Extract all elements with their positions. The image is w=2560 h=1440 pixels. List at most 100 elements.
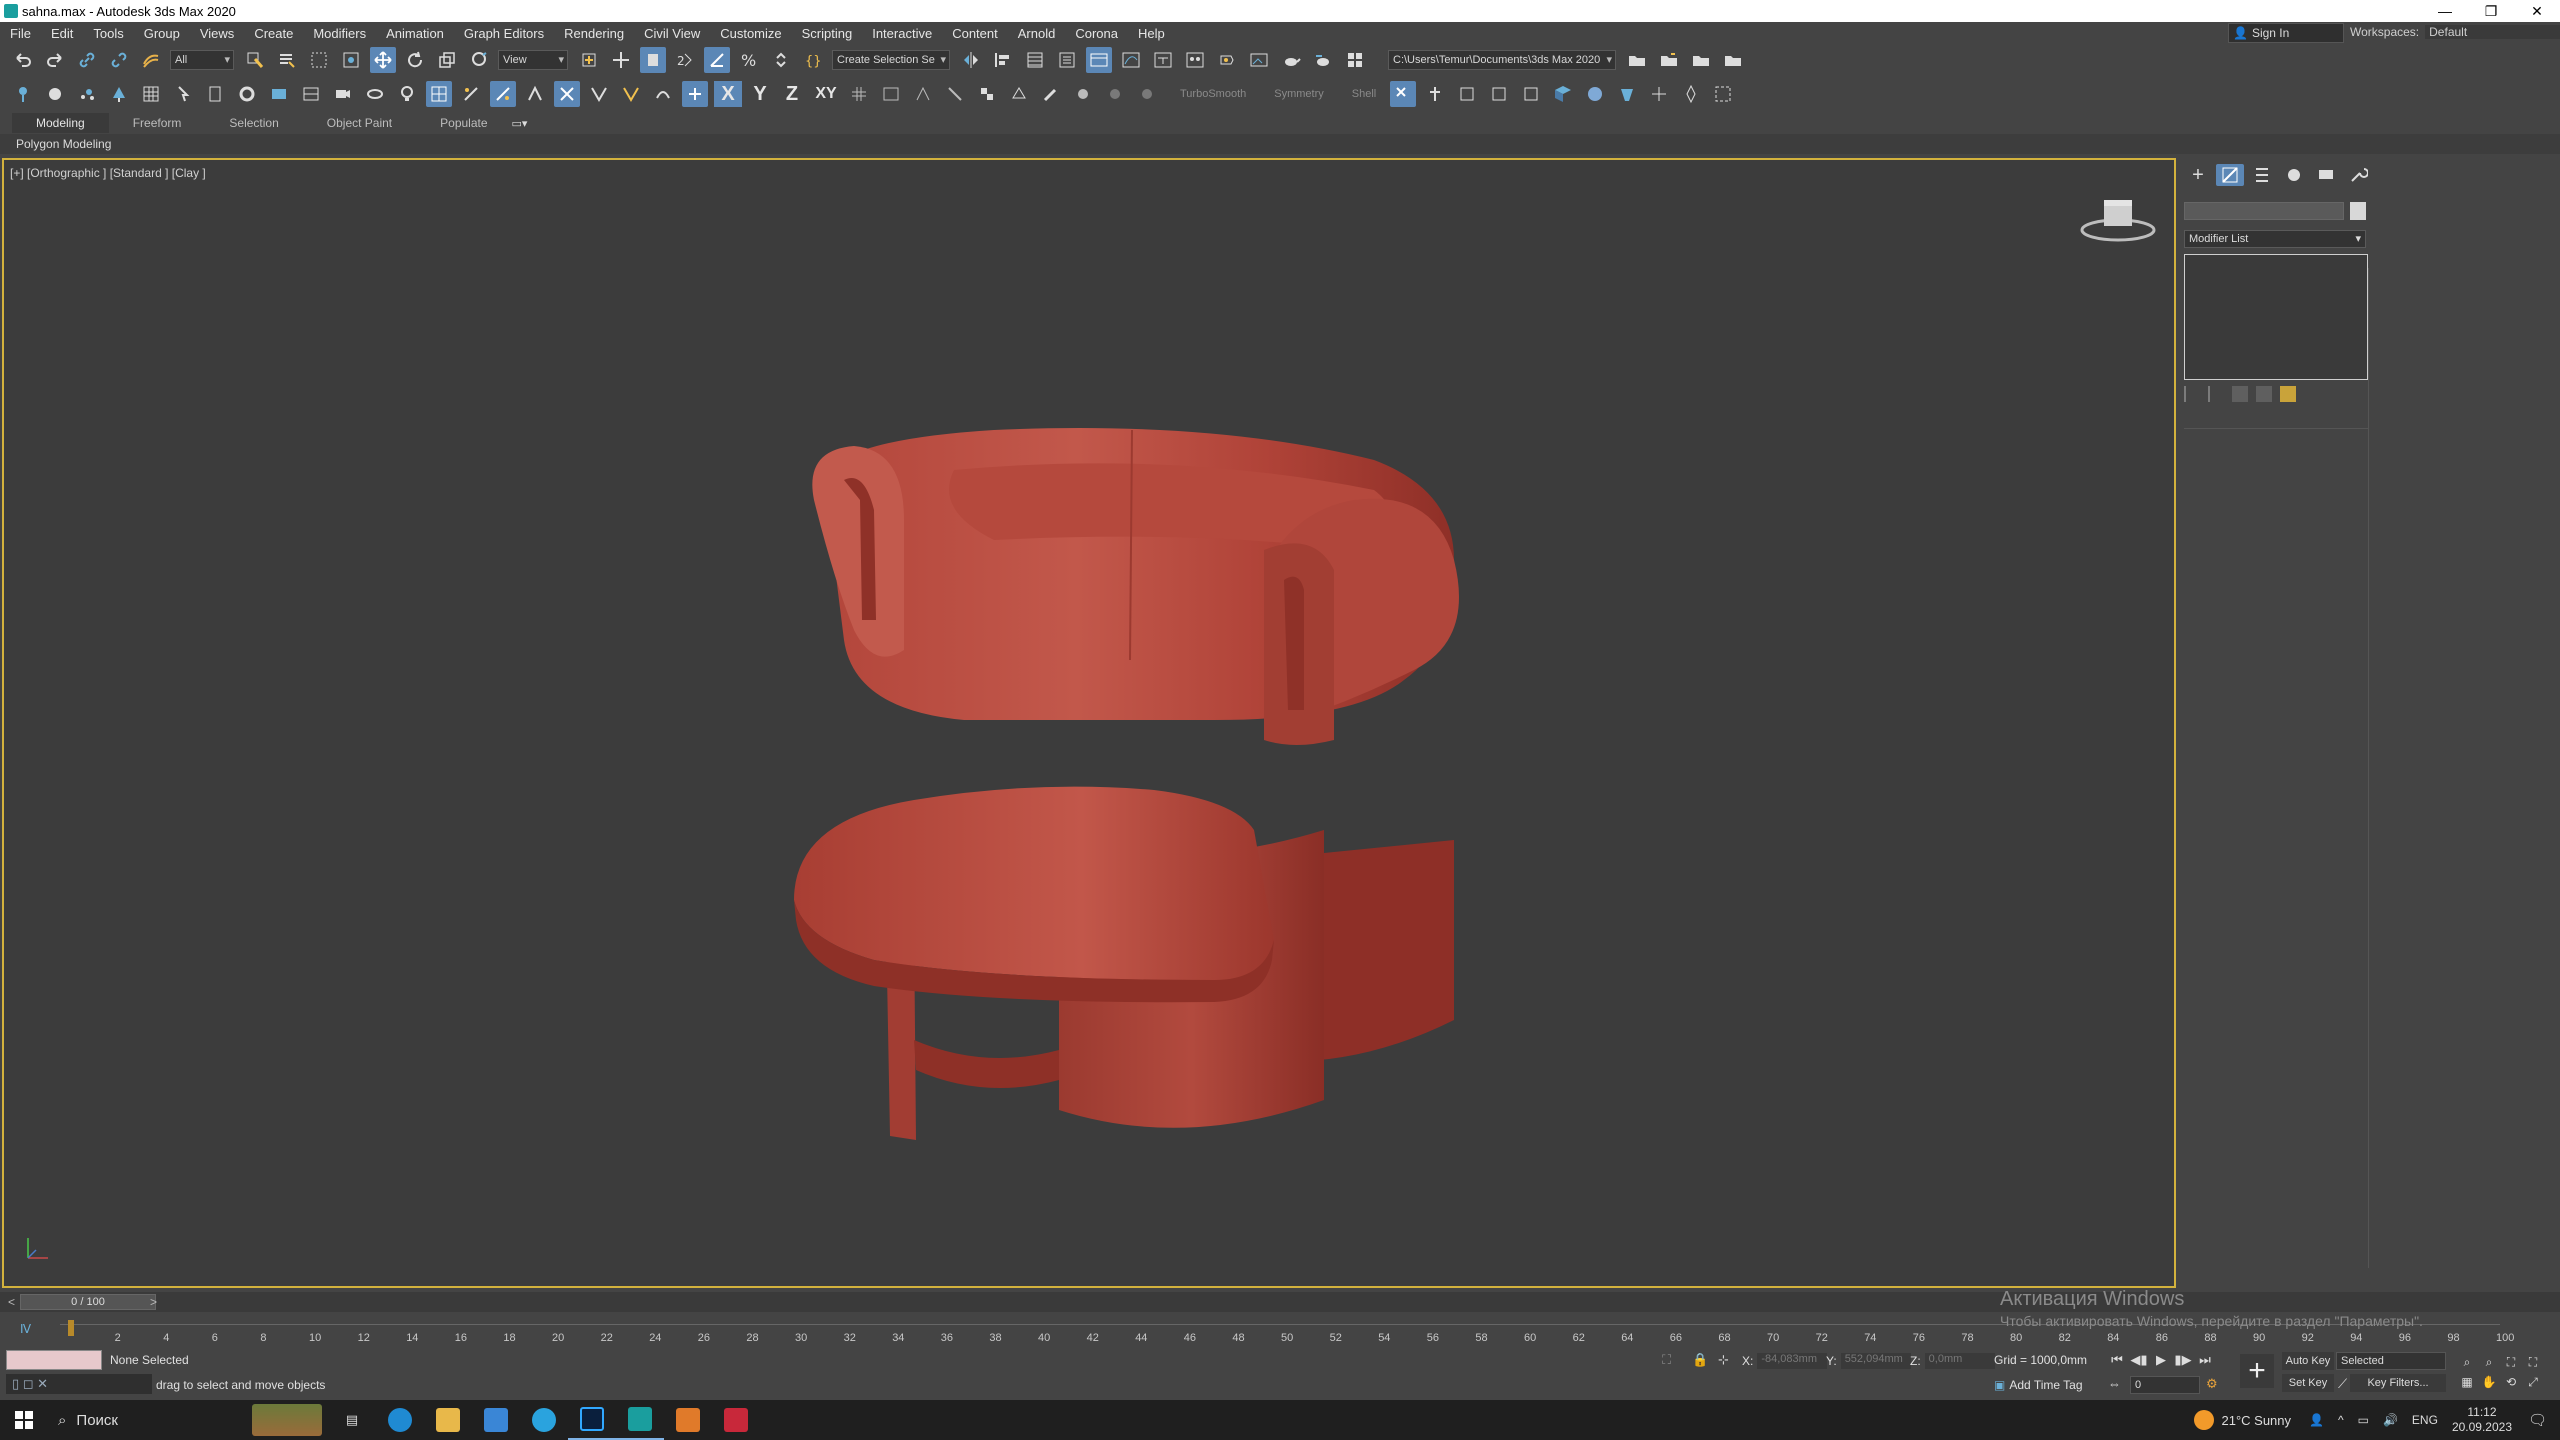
hierarchy-tool-button[interactable] [1422,81,1448,107]
time-slider-next[interactable]: > [150,1295,157,1309]
save-project-button[interactable] [1656,47,1682,73]
axis-z-button[interactable]: Z [778,81,806,107]
remove-modifier-icon[interactable] [2256,386,2272,402]
taskbar-3dsmax[interactable] [616,1400,664,1440]
language-indicator[interactable]: ENG [2412,1413,2438,1427]
curve-editor-button[interactable] [1118,47,1144,73]
taskbar-mail[interactable] [472,1400,520,1440]
workspace-dropdown[interactable]: Default [2425,25,2560,39]
falloff-button[interactable] [1102,81,1128,107]
rectangular-selection-button[interactable] [306,47,332,73]
graphite-swift-loop-button[interactable] [426,81,452,107]
key-mode-toggle-icon[interactable]: ⇔ [2108,1376,2121,1391]
show-hidden-icons[interactable]: ^ [2338,1413,2344,1427]
align-button[interactable] [990,47,1016,73]
tab-modeling[interactable]: Modeling [12,113,109,133]
redo-button[interactable] [42,47,68,73]
particles-button[interactable] [74,81,100,107]
polygon-modeling-panel[interactable]: Polygon Modeling [16,137,111,151]
relax-tool-button[interactable] [650,81,676,107]
axis-y-button[interactable]: Y [746,81,774,107]
armchair-model[interactable] [794,420,1574,1160]
menu-help[interactable]: Help [1128,26,1175,41]
a360-gallery-button[interactable] [1342,47,1368,73]
material-sphere-button[interactable] [1582,81,1608,107]
symmetry-label[interactable]: Symmetry [1274,88,1324,100]
menu-animation[interactable]: Animation [376,26,454,41]
mirror-button[interactable] [958,47,984,73]
modifier-stack[interactable] [2184,254,2368,380]
render-setup-button[interactable] [1214,47,1240,73]
show-end-result-icon[interactable] [2208,386,2224,402]
angle-snap-button[interactable] [704,47,730,73]
reference-coordinate-dropdown[interactable]: View [498,50,568,70]
tab-freeform[interactable]: Freeform [109,113,206,133]
auto-key-button[interactable]: Auto Key [2282,1352,2334,1370]
modify-panel-tab[interactable] [2216,164,2244,186]
strip-tool-button[interactable] [618,81,644,107]
rendered-frame-window-button[interactable] [1246,47,1272,73]
coord-z-field[interactable]: 0,0mm [1924,1353,1995,1369]
link-button[interactable] [74,47,100,73]
make-unique-icon[interactable] [2232,386,2248,402]
object-color-swatch[interactable] [2350,202,2366,220]
face-snap-button[interactable] [1006,81,1032,107]
menu-rendering[interactable]: Rendering [554,26,634,41]
undo-button[interactable] [10,47,36,73]
layer-explorer-button[interactable] [1054,47,1080,73]
minimize-button[interactable]: — [2422,0,2468,22]
menu-tools[interactable]: Tools [83,26,133,41]
menu-corona[interactable]: Corona [1065,26,1128,41]
start-button[interactable] [0,1400,48,1440]
modifier-list-dropdown[interactable]: Modifier List [2184,230,2366,248]
turbosmooth-label[interactable]: TurboSmooth [1180,88,1246,100]
project-extra-button[interactable] [1720,47,1746,73]
tab-object-paint[interactable]: Object Paint [303,113,416,133]
menu-content[interactable]: Content [942,26,1008,41]
menu-civil-view[interactable]: Civil View [634,26,710,41]
grid-tool-button[interactable] [138,81,164,107]
selection-filter-dropdown[interactable]: All [170,50,234,70]
cylinder-tool-button[interactable] [1614,81,1640,107]
taskbar-telegram[interactable] [520,1400,568,1440]
set-key-button[interactable]: Set Key [2282,1374,2334,1392]
menu-create[interactable]: Create [244,26,303,41]
zoom-extents-all-icon[interactable]: ⛶ [2522,1352,2544,1372]
maxscript-listener[interactable] [6,1350,102,1370]
create-panel-tab[interactable]: + [2184,164,2212,186]
maximize-viewport-icon[interactable]: ⤢ [2522,1372,2544,1392]
menu-scripting[interactable]: Scripting [792,26,863,41]
pivot-center-button[interactable] [576,47,602,73]
current-frame-field[interactable]: 0 [2130,1376,2200,1394]
user-tray-icon[interactable]: 👤 [2309,1413,2324,1427]
shell-label[interactable]: Shell [1352,88,1376,100]
viewport-label[interactable]: [+] [Orthographic ] [Standard ] [Clay ] [10,166,206,180]
go-to-end-icon[interactable]: ⏭ [2194,1350,2216,1370]
menu-edit[interactable]: Edit [41,26,83,41]
vertex-snap-button[interactable] [910,81,936,107]
absolute-mode-icon[interactable]: ⊹ [1718,1352,1729,1368]
material-box-button[interactable] [1550,81,1576,107]
network-icon[interactable]: ▭ [2358,1413,2369,1427]
tree-tool-button[interactable] [106,81,132,107]
spinner-snap-button[interactable] [768,47,794,73]
array-tool-button[interactable] [298,81,324,107]
snap-grid-button[interactable] [846,81,872,107]
edit-named-selection-button[interactable]: {} [800,47,826,73]
project-folder-dropdown[interactable]: C:\Users\Temur\Documents\3ds Max 2020 [1388,50,1616,70]
quick-slice-button[interactable] [458,81,484,107]
taskbar-search[interactable]: ⌕ Поиск [48,1400,328,1440]
time-slider-thumb[interactable]: 0 / 100 [20,1294,156,1310]
cameras-button[interactable] [330,81,356,107]
xview-button[interactable] [1390,81,1417,107]
checker-snap-button[interactable] [974,81,1000,107]
render-production-button[interactable] [1278,47,1304,73]
unlink-button[interactable] [106,47,132,73]
current-frame-marker[interactable] [68,1320,74,1336]
menu-customize[interactable]: Customize [710,26,791,41]
paint-tool-button[interactable] [202,81,228,107]
taskbar-app-red[interactable] [712,1400,760,1440]
sphere-tool-button[interactable] [42,81,68,107]
volume-icon[interactable]: 🔊 [2383,1413,2398,1427]
taskbar-app-orange[interactable] [664,1400,712,1440]
